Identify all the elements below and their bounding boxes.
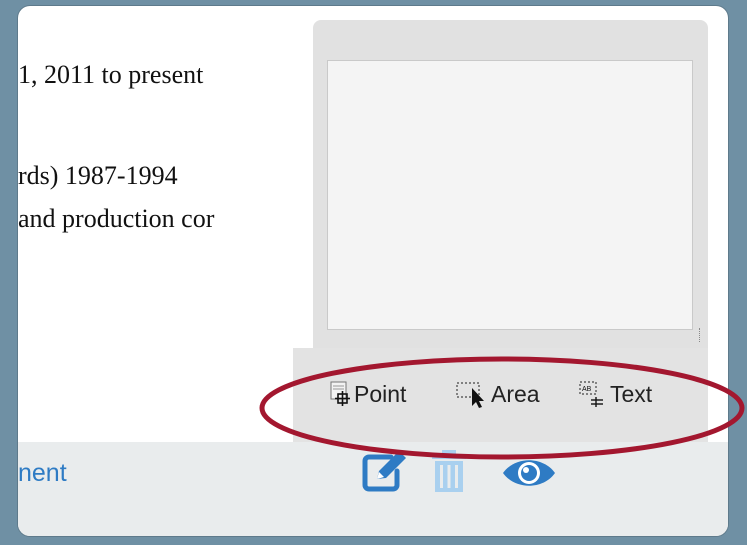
- document-line-1: 1, 2011 to present: [18, 60, 204, 89]
- text-tool-label: Text: [610, 381, 653, 407]
- document-line-3: and production cor: [18, 204, 215, 233]
- annotation-tool-strip: Point Area AB Text: [293, 348, 708, 444]
- text-select-icon: AB: [579, 381, 603, 407]
- point-tool-button[interactable]: Point: [330, 380, 406, 408]
- view-button[interactable]: [501, 456, 557, 495]
- dialog-frame: 1, 2011 to present rds) 1987-1994 and pr…: [18, 6, 728, 536]
- point-tool-icon: [330, 381, 350, 406]
- edit-icon: [362, 451, 406, 492]
- delete-button[interactable]: [429, 448, 469, 499]
- comment-link[interactable]: nent: [18, 459, 67, 488]
- text-tool-button[interactable]: AB Text: [578, 380, 652, 408]
- area-tool-button[interactable]: Area: [455, 380, 540, 408]
- edit-button[interactable]: [361, 449, 409, 498]
- document-line-2: rds) 1987-1994: [18, 161, 178, 190]
- area-tool-label: Area: [491, 381, 540, 407]
- point-tool-label: Point: [354, 381, 407, 407]
- area-select-icon: [456, 382, 484, 408]
- eye-icon: [503, 460, 555, 486]
- trash-icon: [432, 450, 466, 492]
- annotation-popup: [313, 20, 708, 350]
- svg-text:AB: AB: [582, 386, 592, 393]
- annotation-textarea[interactable]: [327, 60, 693, 330]
- resize-handle[interactable]: [699, 328, 704, 342]
